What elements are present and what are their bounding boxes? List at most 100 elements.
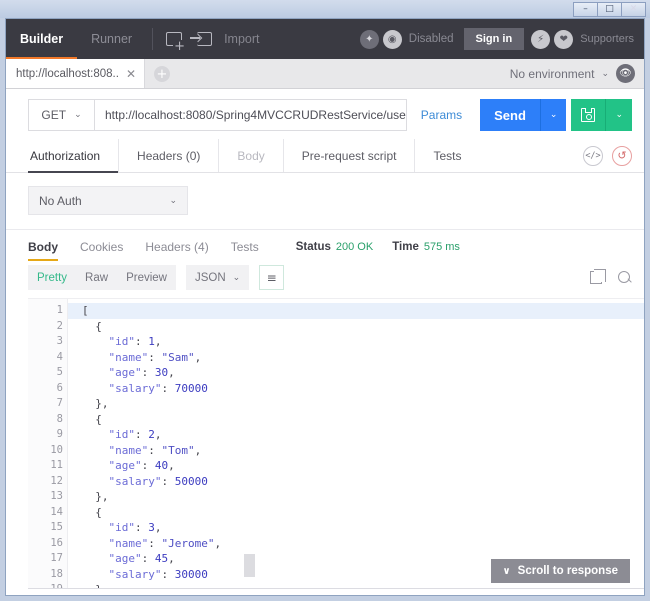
line-number: 4	[28, 350, 67, 366]
response-tab-cookies[interactable]: Cookies	[69, 240, 134, 261]
import-icon	[197, 32, 212, 46]
code-token: "salary"	[109, 568, 162, 581]
line-number: 13	[28, 489, 67, 505]
maximize-button[interactable]: □	[597, 2, 622, 17]
scroll-to-response-button[interactable]: ∨ Scroll to response	[491, 559, 630, 583]
code-token: "age"	[109, 552, 142, 565]
code-token: :	[135, 521, 148, 534]
auth-type-select[interactable]: No Auth ⌄	[28, 186, 188, 215]
import-button[interactable]	[189, 24, 219, 54]
line-number: 7	[28, 396, 67, 412]
code-line: "name": "Sam",	[82, 350, 644, 366]
eye-icon[interactable]: 👁	[616, 64, 635, 83]
line-number: 12	[28, 474, 67, 490]
horizontal-scrollbar[interactable]	[244, 554, 255, 577]
nav-mode-runner[interactable]: Runner	[77, 19, 146, 59]
send-button[interactable]: Send	[480, 99, 540, 131]
params-button[interactable]: Params	[407, 108, 476, 122]
reset-icon[interactable]: ↺	[612, 146, 632, 166]
close-icon[interactable]: ✕	[126, 67, 136, 81]
code-token: 40	[155, 459, 168, 472]
close-button[interactable]: ✕	[621, 2, 646, 17]
bolt-icon[interactable]: ⚡	[531, 30, 550, 49]
save-button[interactable]	[571, 99, 605, 131]
code-token: {	[95, 413, 102, 426]
code-token: "age"	[109, 459, 142, 472]
format-preview-button[interactable]: Preview	[117, 265, 176, 290]
request-url-input[interactable]: http://localhost:8080/Spring4MVCCRUDRest…	[94, 99, 407, 131]
disabled-label: Disabled	[409, 33, 454, 45]
tab-authorization[interactable]: Authorization	[28, 139, 119, 172]
topnav-left-group: Builder Runner Import	[6, 19, 260, 59]
new-tab-button[interactable]	[159, 24, 189, 54]
code-token: "Sam"	[162, 351, 195, 364]
code-token: 70000	[175, 382, 208, 395]
request-url-row: GET ⌄ http://localhost:8080/Spring4MVCCR…	[6, 89, 644, 139]
code-token: :	[142, 459, 155, 472]
response-body-code[interactable]: [ { "id": 1, "name": "Sam", "age": 30, "…	[68, 299, 644, 595]
line-number: 14▼	[28, 505, 67, 521]
nav-mode-builder[interactable]: Builder	[6, 19, 77, 59]
request-tab-localhost[interactable]: http://localhost:808.. ✕	[6, 59, 145, 88]
code-token: {	[95, 320, 102, 333]
environment-selector[interactable]: No environment ⌄ 👁	[510, 64, 644, 88]
add-tab-button[interactable]: +	[154, 66, 170, 82]
line-number: 17	[28, 551, 67, 567]
minimize-button[interactable]: –	[573, 2, 598, 17]
code-line: {	[82, 505, 644, 521]
save-options-button[interactable]: ⌄	[605, 99, 632, 131]
code-token: :	[135, 335, 148, 348]
code-token: :	[161, 475, 174, 488]
code-line: "name": "Tom",	[82, 443, 644, 459]
response-tab-headers[interactable]: Headers (4)	[134, 240, 219, 261]
format-raw-button[interactable]: Raw	[76, 265, 117, 290]
code-token: ,	[155, 521, 162, 534]
code-token: :	[135, 428, 148, 441]
chevron-down-icon: ⌄	[601, 69, 609, 79]
heart-icon[interactable]: ❤	[554, 30, 573, 49]
postman-app: Builder Runner Import ✦ ◉ Disabled Sign …	[5, 18, 645, 596]
window-titlebar: – □ ✕	[0, 0, 650, 18]
send-options-button[interactable]: ⌄	[540, 99, 567, 131]
code-token: 30	[155, 366, 168, 379]
tab-body[interactable]: Body	[219, 139, 283, 172]
response-language-select[interactable]: JSON ⌄	[186, 265, 249, 290]
disabled-status-icon[interactable]: ◉	[383, 30, 402, 49]
tab-pre-request-script[interactable]: Pre-request script	[284, 139, 416, 172]
code-token: ,	[155, 428, 162, 441]
http-method-label: GET	[41, 108, 66, 122]
search-icon[interactable]	[618, 271, 632, 285]
code-token: "id"	[109, 521, 136, 534]
environment-label: No environment	[510, 67, 595, 81]
auth-type-label: No Auth	[39, 194, 82, 208]
code-token: :	[161, 382, 174, 395]
status-bar	[28, 588, 644, 595]
code-token: },	[95, 397, 108, 410]
line-number: 18	[28, 567, 67, 583]
scroll-to-response-label: Scroll to response	[518, 565, 618, 577]
code-token: "age"	[109, 366, 142, 379]
wrap-lines-icon[interactable]: ≡	[259, 265, 284, 290]
sign-in-button[interactable]: Sign in	[464, 28, 525, 50]
tab-tests[interactable]: Tests	[415, 139, 479, 172]
http-method-select[interactable]: GET ⌄	[28, 99, 94, 131]
chevron-down-icon: ⌄	[169, 196, 177, 206]
code-token: ,	[168, 552, 175, 565]
response-tab-tests[interactable]: Tests	[220, 240, 270, 261]
import-label[interactable]: Import	[224, 32, 259, 46]
code-token: "salary"	[109, 382, 162, 395]
line-number: 5	[28, 365, 67, 381]
code-token: "Jerome"	[162, 537, 215, 550]
format-pretty-button[interactable]: Pretty	[28, 265, 76, 290]
code-token: "name"	[109, 351, 149, 364]
sync-icon[interactable]: ✦	[360, 30, 379, 49]
new-tab-icon	[166, 32, 182, 46]
code-token: 45	[155, 552, 168, 565]
code-icon[interactable]: </>	[583, 146, 603, 166]
code-line: [	[68, 303, 644, 319]
copy-icon[interactable]	[590, 271, 602, 284]
request-tabs-actions: </> ↺	[583, 139, 632, 172]
tab-headers[interactable]: Headers (0)	[119, 139, 219, 172]
response-tab-body[interactable]: Body	[28, 240, 69, 261]
supporters-label[interactable]: Supporters	[580, 33, 634, 45]
